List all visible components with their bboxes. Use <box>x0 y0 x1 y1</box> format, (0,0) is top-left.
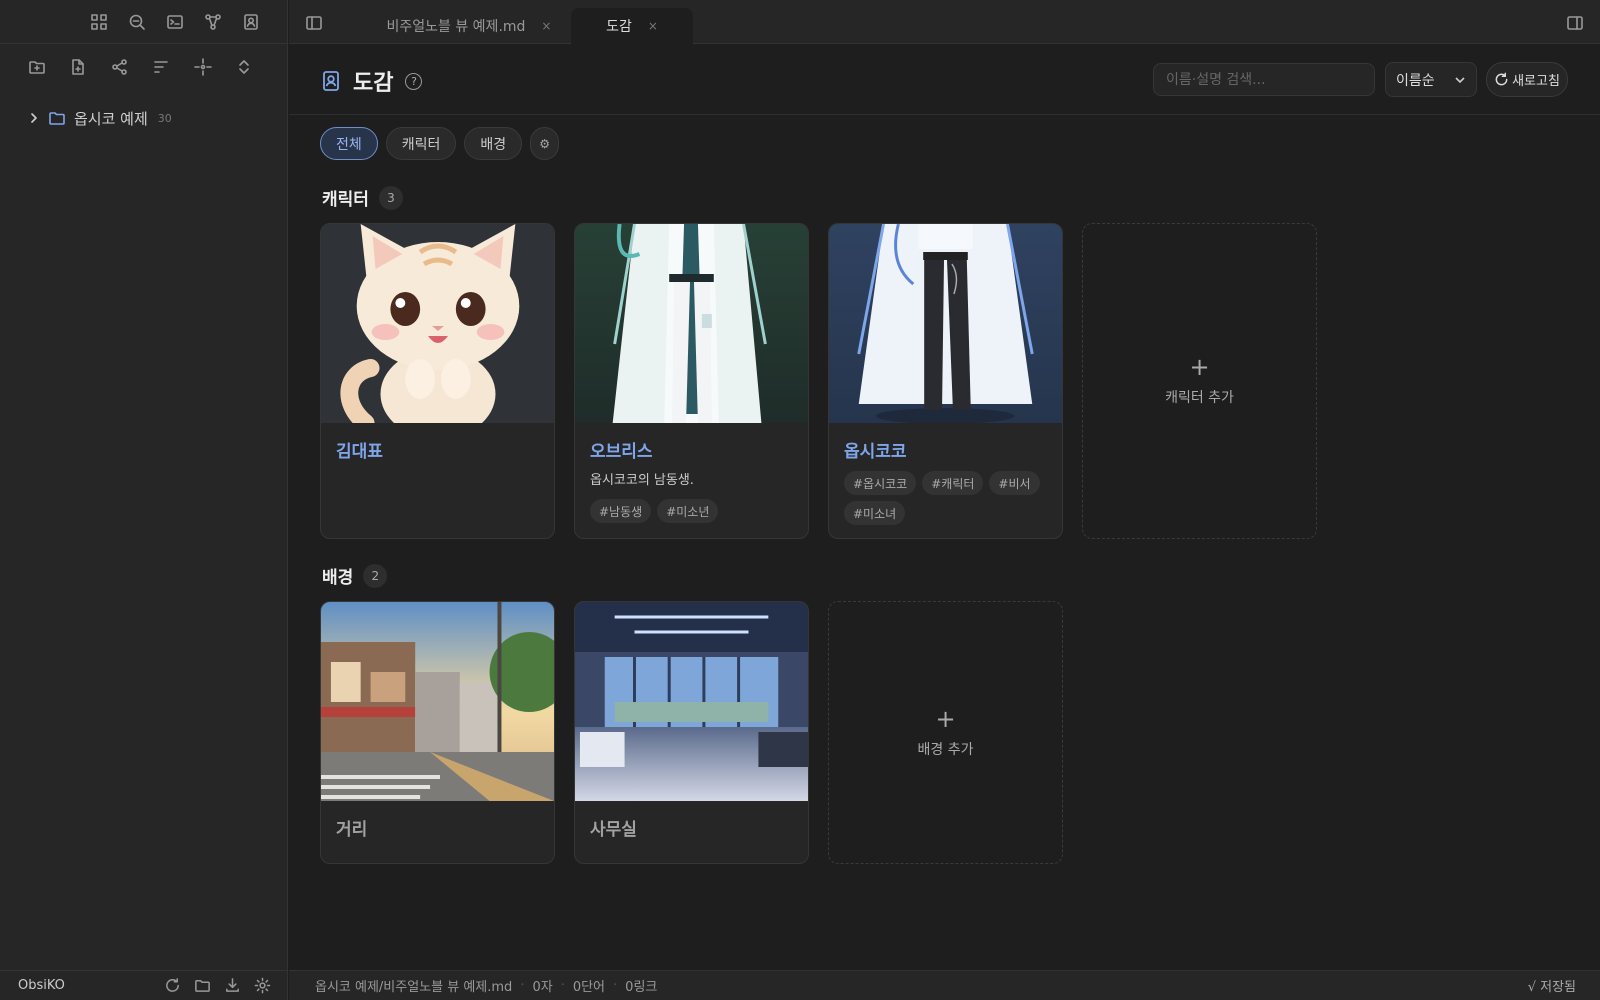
add-character-card[interactable]: + 캐릭터 추가 <box>1082 223 1317 539</box>
tag[interactable]: #미소녀 <box>844 501 906 525</box>
background-card[interactable]: 거리 <box>320 601 555 864</box>
status-saved: √ 저장됨 <box>1527 980 1576 995</box>
add-background-card[interactable]: + 배경 추가 <box>828 601 1063 864</box>
filter-all[interactable]: 전체 <box>320 127 378 160</box>
character-description: 옵시코코의 남동생. <box>590 473 694 488</box>
settings-gear-icon[interactable] <box>250 974 274 998</box>
chevron-right-icon <box>31 113 37 123</box>
sidebar-ribbon <box>0 0 287 44</box>
contact-book-icon <box>323 71 339 91</box>
character-card[interactable]: 오브리스 옵시코코의 남동생. #남동생 #미소년 <box>574 223 809 539</box>
tab-bar: 비주얼노블 뷰 예제.md × 도감 × <box>289 0 1600 44</box>
folder-item[interactable]: 옵시코 예제 30 <box>0 104 287 132</box>
refresh-label: 새로고침 <box>1512 74 1560 89</box>
tag[interactable]: #남동생 <box>590 499 652 523</box>
search-input[interactable] <box>1153 63 1375 96</box>
plus-icon: + <box>935 704 956 733</box>
status-char-count: 0자 <box>532 980 553 995</box>
status-file-path: 옵시코 예제/비주얼노블 뷰 예제.md <box>315 980 513 995</box>
tab-close-icon[interactable]: × <box>648 19 658 33</box>
section-characters-title: 캐릭터 3 <box>322 185 403 210</box>
graph-icon[interactable] <box>200 9 226 35</box>
tab-label: 도감 <box>606 19 632 35</box>
expand-collapse-icon[interactable] <box>231 54 257 80</box>
character-image-obris <box>575 224 808 423</box>
character-image-obsicoco <box>829 224 1062 423</box>
character-name: 김대표 <box>336 442 383 462</box>
sort-icon[interactable] <box>148 54 174 80</box>
tab-dogam[interactable]: 도감 × <box>571 8 693 44</box>
app-window: 옵시코 예제 30 ObsiKO 비주얼노블 뷰 예제.md × 도감 × 도감… <box>0 0 1600 1000</box>
plus-icon: + <box>1189 353 1210 381</box>
character-card[interactable]: 옵시코코 #옵시코코 #캐릭터 #비서 #미소녀 <box>828 223 1063 539</box>
background-card[interactable]: 사무실 <box>574 601 809 864</box>
page-title: 도감 <box>353 71 394 96</box>
refresh-button[interactable]: 새로고침 <box>1486 62 1568 97</box>
character-card[interactable]: 김대표 <box>320 223 555 539</box>
filter-settings-icon[interactable]: ⚙ <box>530 127 560 160</box>
status-bar: 옵시코 예제/비주얼노블 뷰 예제.md · 0자 · 0단어 · 0링크 √ … <box>289 970 1600 1000</box>
background-image-street <box>321 602 554 801</box>
background-name: 사무실 <box>590 820 637 840</box>
character-name: 옵시코코 <box>844 442 907 462</box>
section-title: 캐릭터 <box>322 190 369 210</box>
status-link-count: 0링크 <box>625 980 658 995</box>
tag-list: #남동생 #미소년 <box>590 499 794 523</box>
chevron-down-icon <box>1455 76 1465 83</box>
folder-count: 30 <box>157 111 172 125</box>
sidebar: 옵시코 예제 30 ObsiKO <box>0 0 288 1000</box>
grid-icon[interactable] <box>86 9 112 35</box>
filter-character[interactable]: 캐릭터 <box>385 127 457 160</box>
sync-icon[interactable] <box>160 974 184 998</box>
sort-select[interactable]: 이름순 <box>1385 62 1477 97</box>
status-separator: · <box>560 978 565 993</box>
dogam-view: 도감 ? 이름순 새로고침 전체 캐릭터 배경 ⚙ 캐릭터 3 <box>289 45 1600 970</box>
vault-bar: ObsiKO <box>0 970 288 1000</box>
section-count-badge: 3 <box>378 185 403 210</box>
tag[interactable]: #비서 <box>989 471 1040 495</box>
sort-value: 이름순 <box>1396 72 1435 89</box>
tab-visual-novel[interactable]: 비주얼노블 뷰 예제.md × <box>379 8 559 44</box>
tab-close-icon[interactable]: × <box>541 19 551 33</box>
background-name: 거리 <box>336 820 368 840</box>
file-explorer-toolbar <box>0 44 287 90</box>
right-sidebar-toggle-icon[interactable] <box>1562 10 1588 36</box>
character-grid: 김대표 오브리스 옵시코코의 남동생. #남동생 #미소년 옵시코코 #옵시코코… <box>320 223 1317 539</box>
tag[interactable]: #미소년 <box>657 499 719 523</box>
filter-bar: 전체 캐릭터 배경 ⚙ <box>320 127 560 160</box>
refresh-icon <box>1495 72 1508 86</box>
tag[interactable]: #캐릭터 <box>922 471 984 495</box>
character-name: 오브리스 <box>590 442 653 462</box>
terminal-icon[interactable] <box>162 9 188 35</box>
status-separator: · <box>613 978 618 993</box>
status-separator: · <box>520 978 525 993</box>
view-header: 도감 ? 이름순 새로고침 <box>289 45 1600 115</box>
new-file-icon[interactable] <box>65 54 91 80</box>
tag[interactable]: #옵시코코 <box>844 471 917 495</box>
section-count-badge: 2 <box>363 563 388 588</box>
character-image-cat <box>321 224 554 423</box>
new-folder-icon[interactable] <box>24 54 50 80</box>
folder-icon[interactable] <box>190 974 214 998</box>
background-image-office <box>575 602 808 801</box>
tag-list: #옵시코코 #캐릭터 #비서 #미소녀 <box>844 471 1048 525</box>
add-character-label: 캐릭터 추가 <box>1165 390 1234 406</box>
download-icon[interactable] <box>220 974 244 998</box>
contact-icon[interactable] <box>238 9 264 35</box>
folder-label: 옵시코 예제 <box>74 109 148 128</box>
background-grid: 거리 사무실 + 배경 추가 <box>320 601 1063 864</box>
vault-name[interactable]: ObsiKO <box>18 978 65 993</box>
add-background-label: 배경 추가 <box>917 741 974 758</box>
tab-label: 비주얼노블 뷰 예제.md <box>386 19 526 35</box>
locate-icon[interactable] <box>190 54 216 80</box>
help-icon[interactable]: ? <box>405 72 423 90</box>
section-title: 배경 <box>322 568 354 588</box>
filter-background[interactable]: 배경 <box>464 127 523 160</box>
sidebar-toggle-icon[interactable] <box>301 10 327 36</box>
graph-icon[interactable] <box>107 54 133 80</box>
section-backgrounds-title: 배경 2 <box>322 563 388 588</box>
status-word-count: 0단어 <box>572 980 606 995</box>
folder-icon <box>49 112 65 125</box>
search-icon[interactable] <box>124 9 150 35</box>
